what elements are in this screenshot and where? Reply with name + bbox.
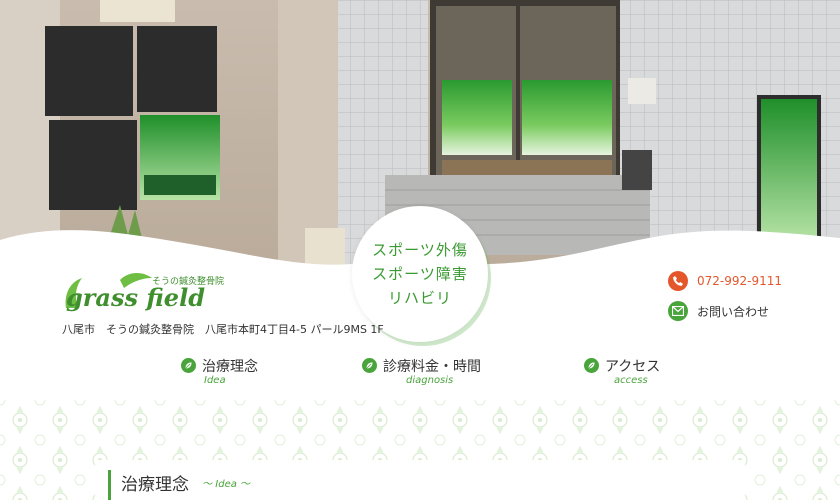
leaf-icon [362,358,377,373]
nav-item-idea[interactable]: 治療理念 Idea [181,356,281,390]
nav-label-access: アクセス [605,359,661,375]
leaf-icon [584,358,599,373]
bubble-line-sports-disorder: スポーツ障害 [372,265,468,283]
inquiry-link[interactable]: お問い合わせ [668,300,782,322]
address-text: 八尾市 そうの鍼灸整骨院 八尾市本町4丁目4-5 パール9MS 1F [62,323,384,336]
site-logo[interactable]: grass field そうの鍼灸整骨院 [60,268,250,318]
grass-field-logo: grass field そうの鍼灸整骨院 [65,273,224,312]
bubble-line-rehab: リハビリ [387,289,452,307]
section-subtitle: ～ Idea ～ [202,479,251,490]
inquiry-label: お問い合わせ [697,304,770,319]
logo-tagline: そうの鍼灸整骨院 [152,275,224,287]
nav-sub-diagnosis: diagnosis [406,375,454,386]
mail-icon [668,301,688,321]
nav-sub-access: access [614,375,648,386]
phone-link[interactable]: 072-992-9111 [668,270,782,292]
leaf-icon [181,358,196,373]
contact-block: 072-992-9111 お問い合わせ [668,270,782,330]
nav-sub-idea: Idea [204,375,226,386]
phone-icon [668,271,688,291]
bubble-line-sports-injury: スポーツ外傷 [372,241,468,259]
nav-label-idea: 治療理念 [202,359,258,375]
main-nav: 治療理念 Idea 診療料金・時間 diagnosis アクセス access [0,356,840,390]
phone-number: 072-992-9111 [697,274,783,288]
nav-item-diagnosis[interactable]: 診療料金・時間 diagnosis [362,356,492,390]
section-heading: 治療理念 ～ Idea ～ [108,470,250,500]
logo-brand: grass field [66,283,205,312]
section-title: 治療理念 [121,475,189,495]
nav-item-access[interactable]: アクセス access [584,356,684,390]
nav-label-diagnosis: 診療料金・時間 [383,359,481,375]
